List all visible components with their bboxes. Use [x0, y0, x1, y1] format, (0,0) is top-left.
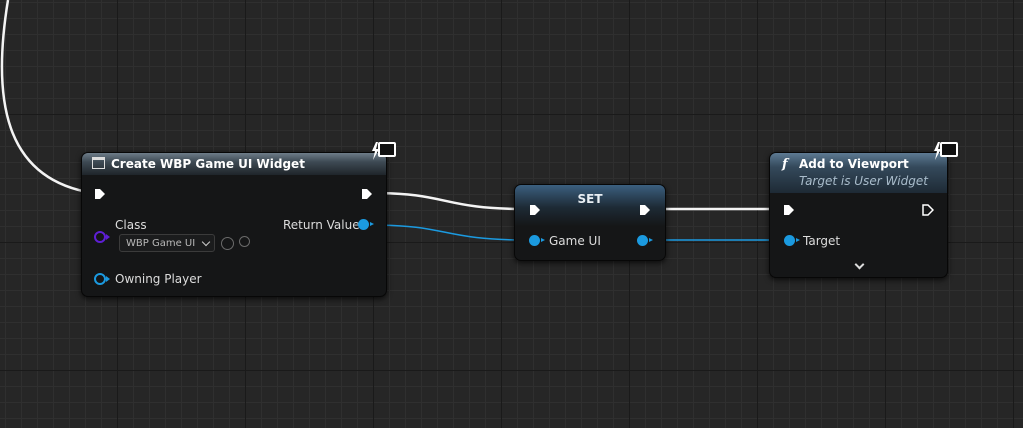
owning-player-label: Owning Player: [115, 272, 202, 286]
exec-out-pin[interactable]: [361, 188, 373, 200]
search-icon[interactable]: [239, 236, 250, 247]
exec-wire-incoming[interactable]: [0, 0, 94, 195]
node-header[interactable]: Create WBP Game UI Widget: [82, 153, 386, 175]
chevron-down-icon[interactable]: [854, 259, 865, 270]
function-icon: f: [782, 157, 788, 172]
viewport-exec-in-pin[interactable]: [783, 204, 795, 216]
target-label: Target: [803, 234, 841, 248]
class-label: Class: [115, 218, 147, 232]
set-game-ui-in-pin[interactable]: [529, 235, 545, 246]
widget-icon: [92, 157, 105, 169]
exec-wire-create-to-set[interactable]: [371, 191, 528, 211]
owning-player-pin[interactable]: [94, 273, 110, 285]
game-ui-label: Game UI: [549, 234, 601, 248]
viewport-exec-out-pin[interactable]: [922, 204, 934, 216]
viewport-node-title: Add to Viewport: [799, 157, 909, 171]
class-dropdown[interactable]: WBP Game UI: [119, 234, 215, 252]
monitor-lightning-icon: [371, 140, 398, 162]
set-game-ui-out-pin[interactable]: [637, 235, 653, 246]
class-value: WBP Game UI: [126, 238, 196, 249]
node-title: Create WBP Game UI Widget: [111, 157, 305, 171]
set-exec-in-pin[interactable]: [529, 204, 541, 216]
class-pin[interactable]: [94, 231, 110, 243]
viewport-node-subtitle: Target is User Widget: [799, 174, 928, 188]
return-value-pin[interactable]: [358, 219, 374, 230]
arrow-left-circle-icon[interactable]: [221, 237, 234, 250]
create-widget-node[interactable]: Create WBP Game UI Widget Class WBP Game…: [81, 152, 387, 297]
target-pin[interactable]: [784, 235, 800, 246]
blueprint-graph-canvas[interactable]: Create WBP Game UI Widget Class WBP Game…: [0, 0, 1023, 428]
set-variable-node[interactable]: SET Game UI: [514, 184, 666, 261]
data-wire-return-to-gameui[interactable]: [371, 224, 529, 241]
add-to-viewport-node[interactable]: f Add to Viewport Target is User Widget …: [769, 152, 948, 278]
set-exec-out-pin[interactable]: [639, 204, 651, 216]
monitor-lightning-icon: [933, 140, 960, 162]
exec-in-pin[interactable]: [94, 188, 106, 200]
chevron-down-icon: [201, 237, 211, 247]
return-value-label: Return Value: [283, 218, 360, 232]
viewport-node-header[interactable]: f Add to Viewport Target is User Widget: [770, 153, 947, 193]
